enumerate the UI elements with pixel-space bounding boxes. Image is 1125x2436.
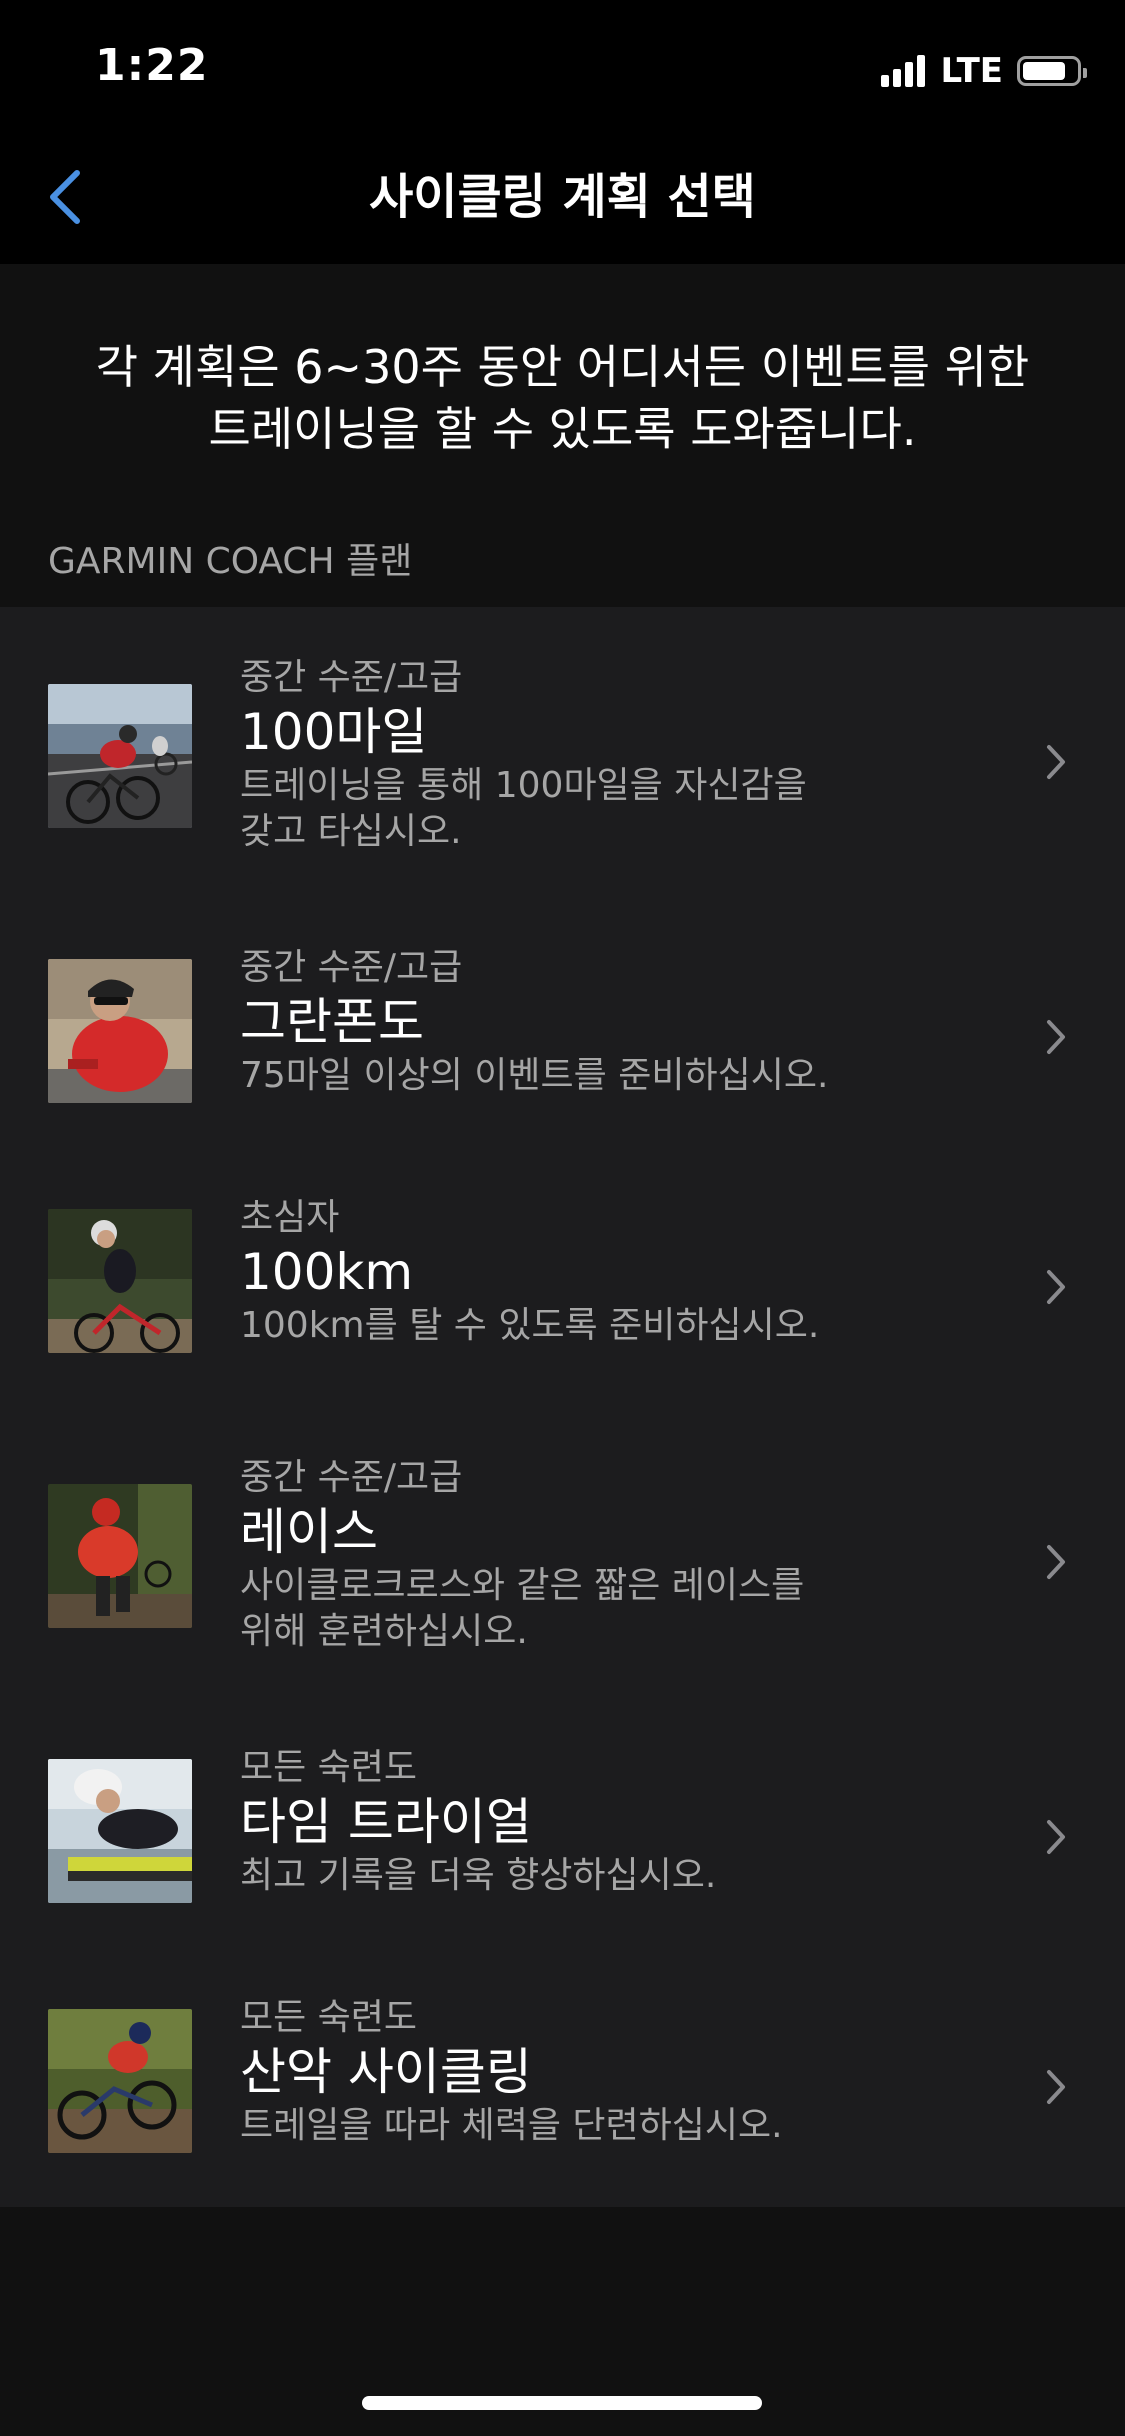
plan-item-mountain-biking[interactable]: 모든 숙련도 산악 사이클링 트레일을 따라 체력을 단련하십시오. xyxy=(0,1957,1125,2197)
plan-description-line: 사이클로크로스와 같은 짧은 레이스를 xyxy=(240,1565,805,1606)
plan-description-line: 75마일 이상의 이벤트를 준비하십시오. xyxy=(240,1055,829,1096)
intro-line-2: 트레이닝을 할 수 있도록 도와줍니다. xyxy=(208,402,917,456)
signal-strength-icon xyxy=(880,55,929,87)
plan-description: 사이클로크로스와 같은 짧은 레이스를 위해 훈련하십시오. xyxy=(240,1563,880,1655)
page-title: 사이클링 계획 선택 xyxy=(369,169,756,225)
battery-cap xyxy=(1083,68,1087,78)
plan-text: 모든 숙련도 산악 사이클링 트레일을 따라 체력을 단련하십시오. xyxy=(240,1995,880,2149)
plan-item-century[interactable]: 중간 수준/고급 100마일 트레이닝을 통해 100마일을 자신감을 갖고 타… xyxy=(0,607,1125,887)
home-indicator[interactable] xyxy=(362,2396,762,2410)
plan-level: 중간 수준/고급 xyxy=(240,657,463,698)
battery-icon xyxy=(1017,56,1087,86)
plan-text: 중간 수준/고급 100마일 트레이닝을 통해 100마일을 자신감을 갖고 타… xyxy=(240,655,880,855)
chevron-right-icon xyxy=(1047,1545,1065,1579)
plan-thumbnail xyxy=(48,1209,192,1353)
chevron-right-icon xyxy=(1047,2070,1065,2104)
plan-item-race[interactable]: 중간 수준/고급 레이스 사이클로크로스와 같은 짧은 레이스를 위해 훈련하십… xyxy=(0,1407,1125,1687)
intro-line-1: 각 계획은 6~30주 동안 어디서든 이벤트를 위한 xyxy=(95,340,1030,394)
navigation-bar: 사이클링 계획 선택 xyxy=(0,132,1125,264)
plan-item-gran-fondo[interactable]: 중간 수준/고급 그란폰도 75마일 이상의 이벤트를 준비하십시오. xyxy=(0,907,1125,1147)
chevron-right-icon xyxy=(1047,745,1065,779)
plan-thumbnail xyxy=(48,959,192,1103)
plan-item-100km[interactable]: 초심자 100km 100km를 탈 수 있도록 준비하십시오. xyxy=(0,1157,1125,1397)
plan-description-line: 100km를 탈 수 있도록 준비하십시오. xyxy=(240,1305,820,1346)
plan-description-line: 위해 훈련하십시오. xyxy=(240,1611,528,1652)
plan-description: 트레이닝을 통해 100마일을 자신감을 갖고 타십시오. xyxy=(240,763,880,855)
status-indicators: LTE xyxy=(880,50,1087,92)
plan-thumbnail xyxy=(48,684,192,828)
plan-description-line: 트레이닝을 통해 100마일을 자신감을 xyxy=(240,765,807,806)
plan-description: 100km를 탈 수 있도록 준비하십시오. xyxy=(240,1303,880,1349)
plan-description-line: 트레일을 따라 체력을 단련하십시오. xyxy=(240,2105,783,2146)
plan-level: 중간 수준/고급 xyxy=(240,947,463,988)
plan-list: 중간 수준/고급 100마일 트레이닝을 통해 100마일을 자신감을 갖고 타… xyxy=(0,607,1125,2207)
plan-title: 레이스 xyxy=(240,1503,378,1561)
plan-level: 모든 숙련도 xyxy=(240,1747,418,1788)
plan-title: 100km xyxy=(240,1243,414,1301)
plan-description-line: 갖고 타십시오. xyxy=(240,811,462,852)
plan-text: 모든 숙련도 타임 트라이얼 최고 기록을 더욱 향상하십시오. xyxy=(240,1745,880,1899)
plan-level: 모든 숙련도 xyxy=(240,1997,418,2038)
battery-level-fill xyxy=(1023,62,1065,80)
plan-level: 중간 수준/고급 xyxy=(240,1457,463,1498)
section-header: GARMIN COACH 플랜 xyxy=(48,541,413,582)
intro-text: 각 계획은 6~30주 동안 어디서든 이벤트를 위한 트레이닝을 할 수 있도… xyxy=(60,336,1065,460)
plan-title: 타임 트라이얼 xyxy=(240,1793,532,1851)
plan-title: 산악 사이클링 xyxy=(240,2043,532,2101)
plan-level: 초심자 xyxy=(240,1197,340,1238)
plan-text: 중간 수준/고급 레이스 사이클로크로스와 같은 짧은 레이스를 위해 훈련하십… xyxy=(240,1455,880,1655)
chevron-right-icon xyxy=(1047,1020,1065,1054)
plan-description: 75마일 이상의 이벤트를 준비하십시오. xyxy=(240,1053,880,1099)
plan-text: 초심자 100km 100km를 탈 수 있도록 준비하십시오. xyxy=(240,1195,880,1349)
status-time: 1:22 xyxy=(95,40,209,91)
plan-thumbnail xyxy=(48,2009,192,2153)
plan-description-line: 최고 기록을 더욱 향상하십시오. xyxy=(240,1855,717,1896)
plan-description: 최고 기록을 더욱 향상하십시오. xyxy=(240,1853,880,1899)
chevron-right-icon xyxy=(1047,1820,1065,1854)
chevron-right-icon xyxy=(1047,1270,1065,1304)
plan-description: 트레일을 따라 체력을 단련하십시오. xyxy=(240,2103,880,2149)
plan-title: 그란폰도 xyxy=(240,993,424,1051)
plan-thumbnail xyxy=(48,1759,192,1903)
plan-text: 중간 수준/고급 그란폰도 75마일 이상의 이벤트를 준비하십시오. xyxy=(240,945,880,1099)
network-type: LTE xyxy=(940,51,1003,91)
plan-title: 100마일 xyxy=(240,703,428,761)
plan-thumbnail xyxy=(48,1484,192,1628)
plan-item-time-trial[interactable]: 모든 숙련도 타임 트라이얼 최고 기록을 더욱 향상하십시오. xyxy=(0,1707,1125,1947)
status-bar: 1:22 LTE xyxy=(0,0,1125,132)
